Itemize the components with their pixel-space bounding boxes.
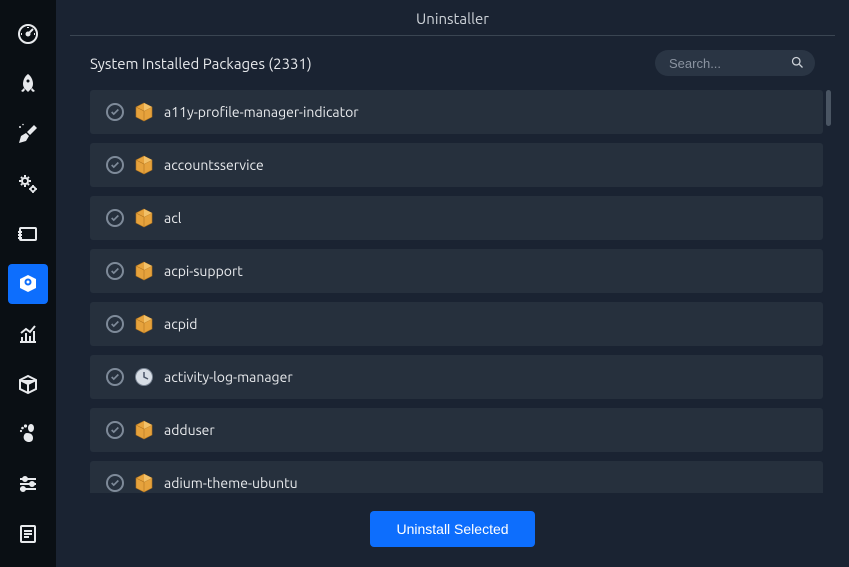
package-name: acpi-support bbox=[164, 263, 243, 279]
scrollbar[interactable] bbox=[826, 90, 831, 126]
package-eye-icon bbox=[16, 272, 40, 296]
package-row[interactable]: adium-theme-ubuntu bbox=[90, 461, 823, 493]
package-row[interactable]: acpi-support bbox=[90, 249, 823, 293]
check-circle-icon[interactable] bbox=[106, 209, 124, 227]
package-name: accountsservice bbox=[164, 157, 264, 173]
sidebar-item-uninstaller[interactable] bbox=[8, 264, 48, 304]
sidebar-item-log[interactable] bbox=[8, 514, 48, 554]
package-name: adium-theme-ubuntu bbox=[164, 475, 298, 491]
broom-icon bbox=[16, 122, 40, 146]
check-circle-icon[interactable] bbox=[106, 315, 124, 333]
package-name: a11y-profile-manager-indicator bbox=[164, 104, 359, 120]
uninstall-button[interactable]: Uninstall Selected bbox=[370, 511, 534, 547]
sidebar-item-cleaner[interactable] bbox=[8, 114, 48, 154]
sidebar-item-dashboard[interactable] bbox=[8, 14, 48, 54]
log-icon bbox=[16, 522, 40, 546]
package-row[interactable]: accountsservice bbox=[90, 143, 823, 187]
rocket-icon bbox=[16, 72, 40, 96]
sidebar-item-process[interactable] bbox=[8, 214, 48, 254]
package-row[interactable]: adduser bbox=[90, 408, 823, 452]
main-panel: Uninstaller System Installed Packages (2… bbox=[56, 0, 849, 567]
sidebar-item-startup[interactable] bbox=[8, 64, 48, 104]
check-circle-icon[interactable] bbox=[106, 368, 124, 386]
section-title: System Installed Packages (2331) bbox=[90, 55, 312, 72]
check-circle-icon[interactable] bbox=[106, 421, 124, 439]
footer: Uninstall Selected bbox=[70, 493, 835, 567]
package-icon bbox=[134, 261, 154, 281]
package-row[interactable]: acl bbox=[90, 196, 823, 240]
package-name: adduser bbox=[164, 422, 215, 438]
box-icon bbox=[16, 372, 40, 396]
search-wrap bbox=[655, 50, 815, 76]
package-icon bbox=[134, 155, 154, 175]
package-name: acl bbox=[164, 210, 181, 226]
gears-icon bbox=[16, 172, 40, 196]
sidebar-item-gnome[interactable] bbox=[8, 414, 48, 454]
sidebar-item-resources[interactable] bbox=[8, 314, 48, 354]
package-row[interactable]: a11y-profile-manager-indicator bbox=[90, 90, 823, 134]
package-row[interactable]: acpid bbox=[90, 302, 823, 346]
package-row[interactable]: activity-log-manager bbox=[90, 355, 823, 399]
package-icon bbox=[134, 102, 154, 122]
sidebar-item-settings[interactable] bbox=[8, 464, 48, 504]
sidebar-item-apt[interactable] bbox=[8, 364, 48, 404]
page-title: Uninstaller bbox=[70, 0, 835, 36]
package-icon bbox=[134, 420, 154, 440]
search-icon bbox=[790, 55, 805, 70]
window-icon bbox=[16, 222, 40, 246]
package-icon bbox=[134, 473, 154, 493]
package-name: activity-log-manager bbox=[164, 369, 293, 385]
package-icon bbox=[134, 314, 154, 334]
check-circle-icon[interactable] bbox=[106, 474, 124, 492]
package-list: a11y-profile-manager-indicator accountsse… bbox=[70, 90, 835, 493]
check-circle-icon[interactable] bbox=[106, 262, 124, 280]
foot-icon bbox=[16, 422, 40, 446]
check-circle-icon[interactable] bbox=[106, 156, 124, 174]
sidebar-item-services[interactable] bbox=[8, 164, 48, 204]
check-circle-icon[interactable] bbox=[106, 103, 124, 121]
sliders-icon bbox=[16, 472, 40, 496]
clock-icon bbox=[134, 367, 154, 387]
package-name: acpid bbox=[164, 316, 198, 332]
header-row: System Installed Packages (2331) bbox=[70, 50, 835, 90]
gauge-icon bbox=[16, 22, 40, 46]
sidebar bbox=[0, 0, 56, 567]
chart-icon bbox=[16, 322, 40, 346]
package-icon bbox=[134, 208, 154, 228]
